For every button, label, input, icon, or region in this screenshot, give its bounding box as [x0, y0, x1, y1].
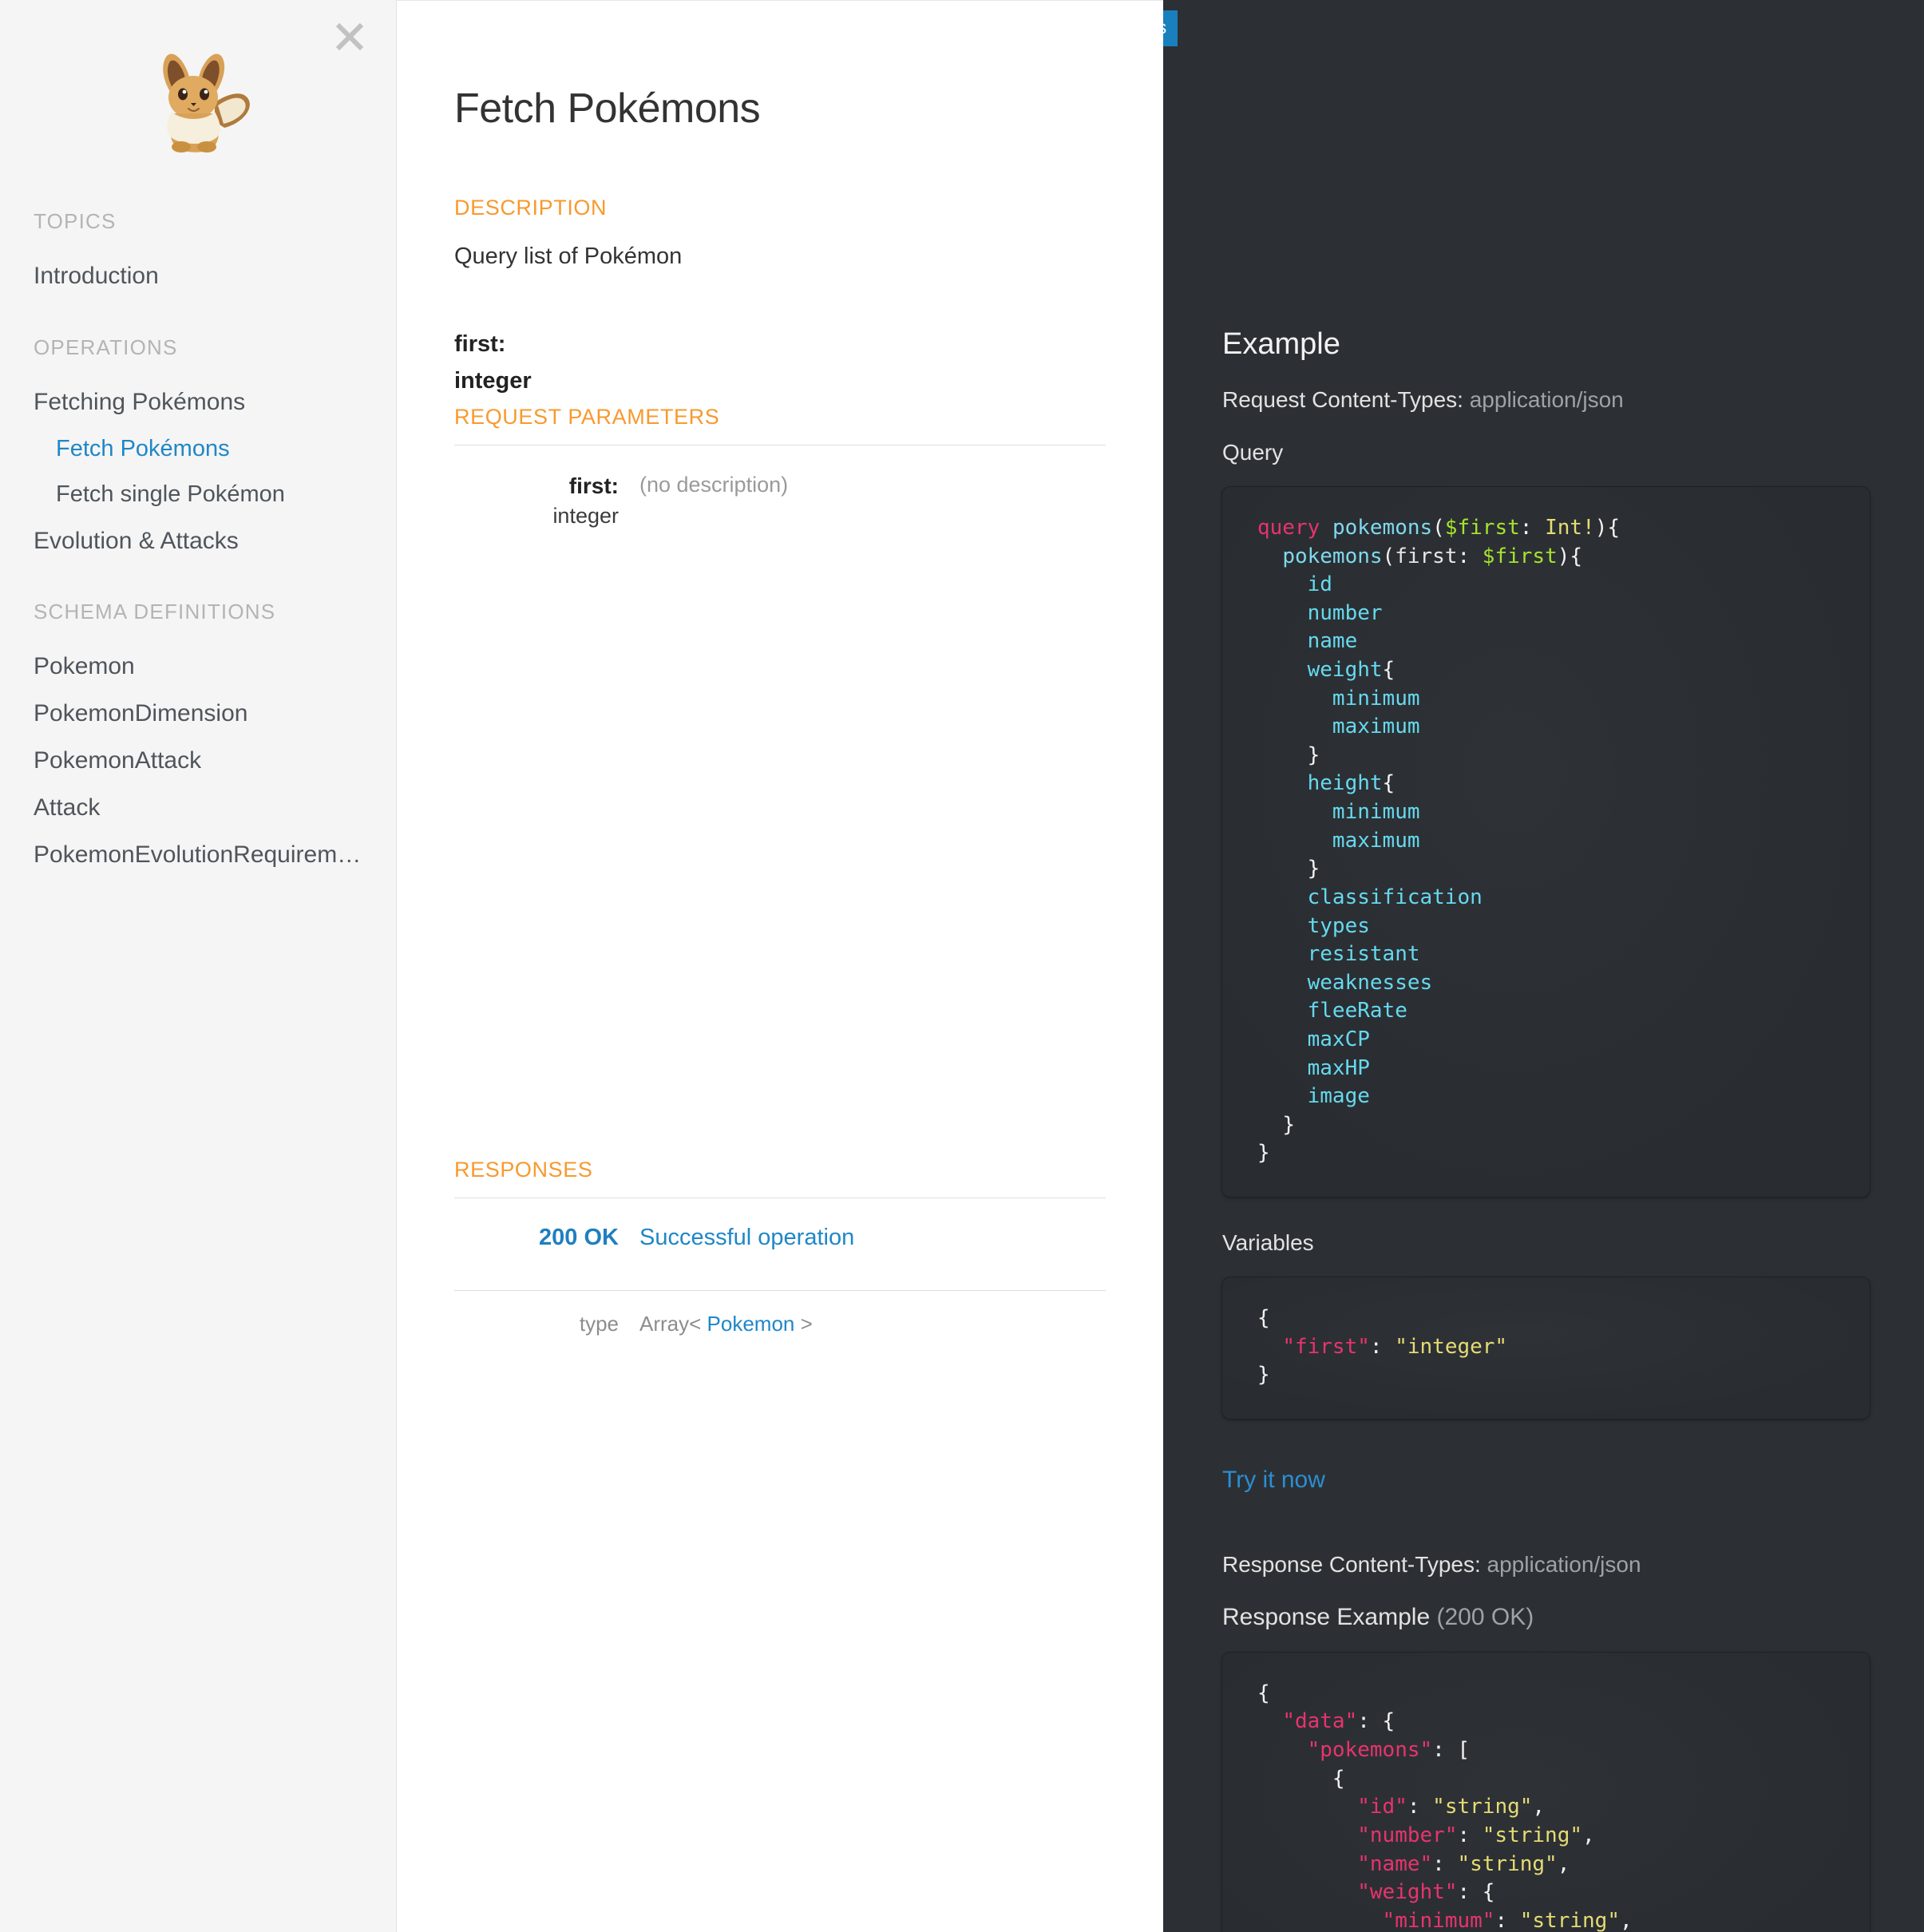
nav-group-topics: TOPICS Introduction — [0, 209, 396, 300]
response-content-types-value: application/json — [1487, 1551, 1641, 1577]
response-description[interactable]: Successful operation — [639, 1225, 854, 1251]
example-panel: Fetching Pokémons Example Request Conten… — [1163, 0, 1924, 1932]
eevee-logo-icon — [138, 45, 258, 164]
query-label: Query — [1222, 440, 1284, 465]
response-example-status: (200 OK) — [1436, 1603, 1534, 1630]
parameter-description: (no description) — [639, 472, 789, 497]
response-type-row: type Array< Pokemon > — [454, 1291, 1106, 1336]
example-title: Example — [1222, 327, 1340, 361]
response-type-label: type — [579, 1312, 619, 1336]
operation-detail-panel: Fetch Pokémons DESCRIPTION Query list of… — [397, 0, 1163, 1932]
sidebar-item-introduction[interactable]: Introduction — [0, 253, 396, 300]
response-code-block[interactable]: { "data": { "pokemons": [ { "id": "strin… — [1222, 1652, 1870, 1932]
status-badge: 200 OK — [539, 1225, 619, 1251]
sidebar-item-fetching-pokemons[interactable]: Fetching Pokémons — [0, 379, 396, 426]
responses-section-label: RESPONSES — [454, 1158, 593, 1182]
nav-section-title-topics: TOPICS — [34, 209, 117, 233]
sidebar-item-fetch-pokemons[interactable]: Fetch Pokémons — [0, 426, 396, 473]
response-row: 200 OK Successful operation — [454, 1198, 1106, 1275]
inline-parameter-summary: first: integer — [454, 326, 1106, 400]
query-code: query pokemons($first: Int!){ pokemons(f… — [1257, 516, 1620, 1166]
parameter-key-cell: first: integer — [454, 471, 639, 530]
sidebar-nav: TOPICS Introduction OPERATIONS Fetching … — [0, 209, 396, 878]
sidebar-item-pokemondimension[interactable]: PokemonDimension — [0, 691, 396, 738]
request-content-types: Request Content-Types: application/json — [1222, 387, 1870, 413]
variables-code-block[interactable]: { "first": "integer" } — [1222, 1277, 1870, 1419]
response-type-value: Array< Pokemon > — [639, 1312, 813, 1336]
response-type-suffix: > — [800, 1312, 813, 1336]
response-content-types-label: Response Content-Types: — [1222, 1551, 1481, 1577]
request-content-types-value: application/json — [1469, 387, 1624, 412]
response-example-label: Response Example — [1222, 1603, 1431, 1630]
response-type-link[interactable]: Pokemon — [707, 1312, 795, 1336]
response-content-types: Response Content-Types: application/json — [1222, 1552, 1870, 1578]
sidebar-item-pokemon[interactable]: Pokemon — [0, 643, 396, 691]
sidebar-item-pokemonattack[interactable]: PokemonAttack — [0, 738, 396, 785]
operation-group-badge: Fetching Pokémons — [1163, 10, 1178, 46]
api-docs-page: TOPICS Introduction OPERATIONS Fetching … — [0, 0, 1924, 1932]
inline-parameter-name: first: — [454, 331, 506, 358]
nav-group-operations: OPERATIONS Fetching Pokémons Fetch Pokém… — [0, 335, 396, 565]
sidebar-item-fetch-single-pokemon[interactable]: Fetch single Pokémon — [0, 472, 396, 518]
response-code: { "data": { "pokemons": [ { "id": "strin… — [1257, 1681, 1633, 1932]
request-content-types-label: Request Content-Types: — [1222, 387, 1463, 412]
variables-label: Variables — [1222, 1230, 1314, 1256]
nav-section-title-operations: OPERATIONS — [34, 335, 178, 359]
parameter-name: first: — [568, 473, 619, 498]
parameter-row: first: integer (no description) — [454, 445, 1106, 530]
nav-group-schema-definitions: SCHEMA DEFINITIONS Pokemon PokemonDimens… — [0, 600, 396, 878]
page-title: Fetch Pokémons — [454, 85, 761, 132]
response-type-prefix: Array< — [639, 1312, 702, 1336]
response-example-label-row: Response Example (200 OK) — [1222, 1604, 1870, 1631]
request-parameters-section-label: REQUEST PARAMETERS — [454, 404, 720, 429]
responses-block: RESPONSES 200 OK Successful operation ty… — [454, 1158, 1106, 1336]
sidebar-item-evolution-attacks[interactable]: Evolution & Attacks — [0, 518, 396, 565]
variables-code: { "first": "integer" } — [1257, 1306, 1508, 1388]
parameter-type: integer — [552, 503, 619, 528]
sidebar-item-pokemonevolutionrequirement[interactable]: PokemonEvolutionRequirem… — [0, 832, 396, 879]
close-icon[interactable] — [327, 14, 372, 59]
description-section-label: DESCRIPTION — [454, 196, 608, 220]
description-text: Query list of Pokémon — [454, 243, 683, 269]
sidebar: TOPICS Introduction OPERATIONS Fetching … — [0, 0, 397, 1932]
inline-parameter-type: integer — [454, 368, 532, 394]
try-it-now-link[interactable]: Try it now — [1222, 1467, 1325, 1494]
query-code-block[interactable]: query pokemons($first: Int!){ pokemons(f… — [1222, 487, 1870, 1198]
sidebar-item-attack[interactable]: Attack — [0, 785, 396, 832]
nav-section-title-schema-definitions: SCHEMA DEFINITIONS — [34, 600, 276, 624]
